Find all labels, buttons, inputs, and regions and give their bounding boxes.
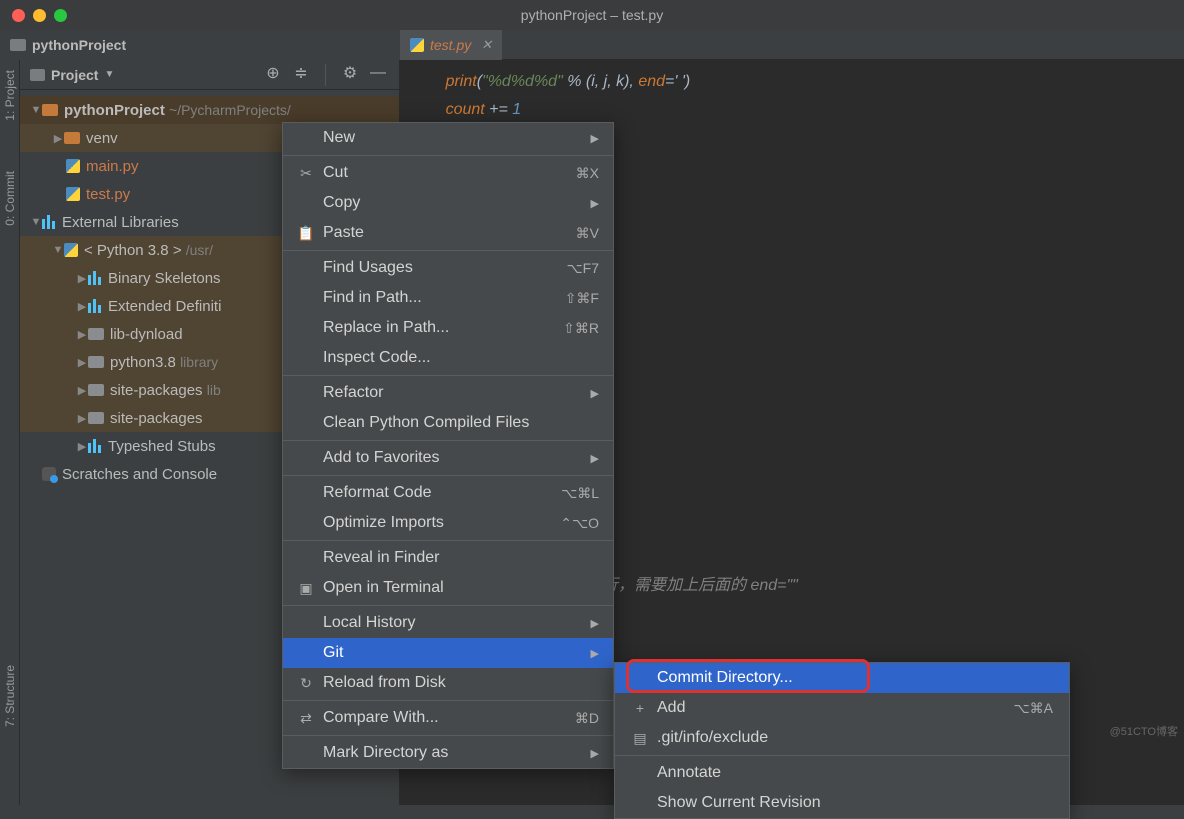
close-icon[interactable]: ✕ <box>481 31 492 59</box>
context-menu[interactable]: New▶ ✂Cut⌘XCopy▶📋Paste⌘V Find Usages⌥F7Fin… <box>282 122 614 769</box>
library-icon <box>88 439 102 453</box>
menu-item[interactable]: ↻Reload from Disk <box>283 668 613 698</box>
folder-icon <box>42 104 58 116</box>
menu-item[interactable]: Reveal in Finder <box>283 543 613 573</box>
menu-item[interactable]: Mark Directory as▶ <box>283 738 613 768</box>
close-window-button[interactable] <box>12 9 25 22</box>
window-controls <box>12 9 67 22</box>
locate-icon[interactable]: ⊕ <box>264 64 282 82</box>
menu-item[interactable]: Reformat Code⌥⌘L <box>283 478 613 508</box>
menu-item[interactable]: New▶ <box>283 123 613 153</box>
editor-tabs: test.py ✕ <box>400 30 1184 60</box>
python-file-icon <box>66 187 80 201</box>
left-gutter: 1: Project 0: Commit 7: Structure <box>0 60 20 805</box>
folder-icon <box>88 384 104 396</box>
menu-item[interactable]: Refactor▶ <box>283 378 613 408</box>
submenu-item[interactable]: Show Current Revision <box>615 788 1069 818</box>
folder-icon <box>88 328 104 340</box>
menu-item[interactable]: 📋Paste⌘V <box>283 218 613 248</box>
menu-item[interactable]: ▣Open in Terminal <box>283 573 613 603</box>
gutter-tab-project[interactable]: 1: Project <box>3 70 17 121</box>
project-icon <box>30 69 45 81</box>
menu-item[interactable]: ⇄Compare With...⌘D <box>283 703 613 733</box>
breadcrumb-project[interactable]: pythonProject <box>32 37 126 53</box>
submenu-item[interactable]: Commit Directory... <box>615 663 1069 693</box>
window-title: pythonProject – test.py <box>521 7 663 23</box>
menu-item[interactable]: Copy▶ <box>283 188 613 218</box>
menu-item[interactable]: Git▶ <box>283 638 613 668</box>
python-file-icon <box>410 38 424 52</box>
library-icon <box>88 299 102 313</box>
project-view-selector[interactable]: Project ▼ <box>20 67 124 83</box>
menu-item[interactable]: ✂Cut⌘X <box>283 158 613 188</box>
maximize-window-button[interactable] <box>54 9 67 22</box>
menu-item[interactable]: Inspect Code... <box>283 343 613 373</box>
minimize-window-button[interactable] <box>33 9 46 22</box>
menu-item[interactable]: Clean Python Compiled Files <box>283 408 613 438</box>
submenu-item[interactable]: Annotate <box>615 758 1069 788</box>
tree-root[interactable]: ▼ pythonProject ~/PycharmProjects/ <box>20 96 399 124</box>
gutter-tab-commit[interactable]: 0: Commit <box>3 171 17 226</box>
menu-item[interactable]: Find in Path...⇧⌘F <box>283 283 613 313</box>
hide-icon[interactable]: — <box>369 64 387 82</box>
python-file-icon <box>66 159 80 173</box>
folder-icon <box>88 412 104 424</box>
library-icon <box>42 215 56 229</box>
menu-item[interactable]: Find Usages⌥F7 <box>283 253 613 283</box>
titlebar: pythonProject – test.py <box>0 0 1184 30</box>
folder-icon <box>10 39 26 51</box>
scratches-icon <box>42 467 56 481</box>
python-icon <box>64 243 78 257</box>
gutter-tab-structure[interactable]: 7: Structure <box>3 665 17 727</box>
collapse-icon[interactable]: ≑ <box>292 64 310 82</box>
folder-icon <box>64 132 80 144</box>
gear-icon[interactable]: ⚙ <box>341 64 359 82</box>
folder-icon <box>88 356 104 368</box>
watermark: @51CTO博客 <box>1110 723 1178 739</box>
submenu-item[interactable]: +Add⌥⌘A <box>615 693 1069 723</box>
submenu-item[interactable]: ▤.git/info/exclude <box>615 723 1069 753</box>
library-icon <box>88 271 102 285</box>
menu-item[interactable]: Optimize Imports⌃⌥O <box>283 508 613 538</box>
sidebar-toolbar: Project ▼ ⊕ ≑ ⚙ — <box>20 60 399 90</box>
chevron-down-icon: ▼ <box>104 69 114 80</box>
menu-item[interactable]: Replace in Path...⇧⌘R <box>283 313 613 343</box>
git-submenu[interactable]: Commit Directory...+Add⌥⌘A▤.git/info/exc… <box>614 662 1070 819</box>
menu-item[interactable]: Add to Favorites▶ <box>283 443 613 473</box>
tab-test-py[interactable]: test.py ✕ <box>400 30 502 60</box>
menu-item[interactable]: Local History▶ <box>283 608 613 638</box>
